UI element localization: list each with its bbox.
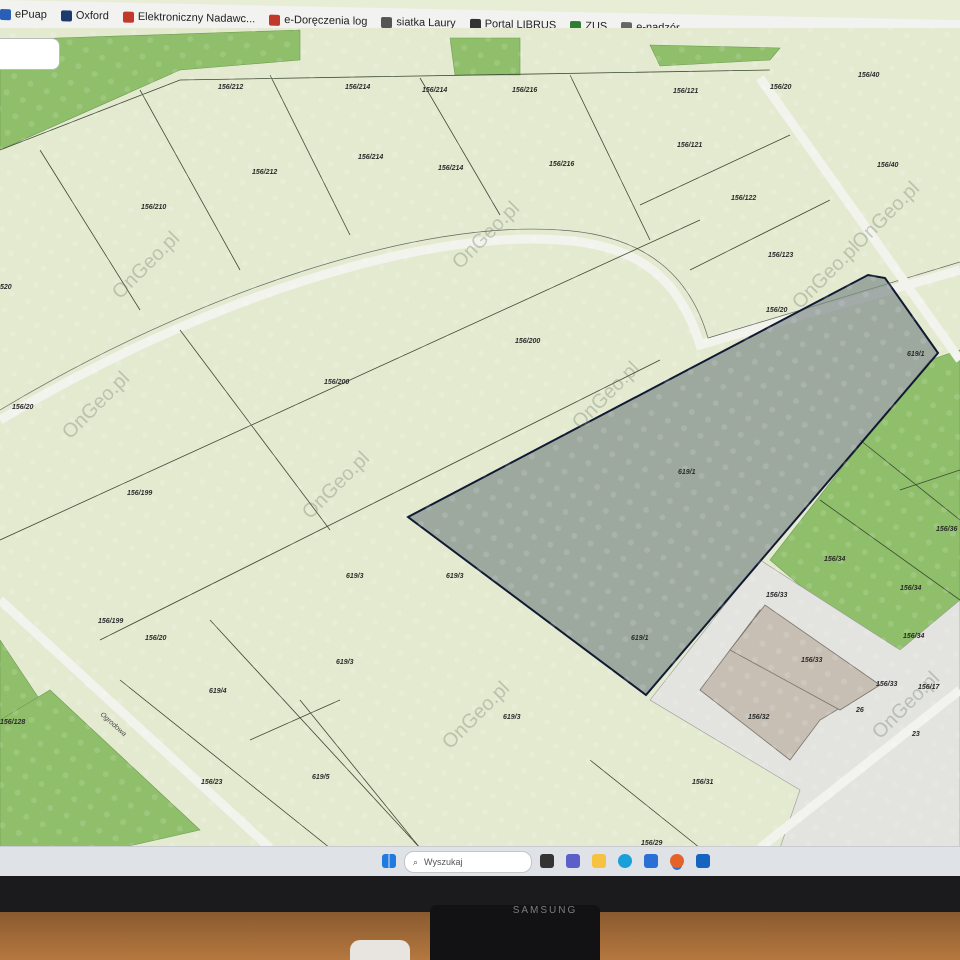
parcel-label-p-156-33-b: 156/33 — [801, 657, 823, 664]
parcel-label-p-619-3-b: 619/3 — [446, 573, 464, 580]
parcel-label-p-26: 26 — [855, 707, 864, 714]
parcel-label-p-156-20-a: 156/20 — [770, 84, 792, 91]
parcel-label-p-619-5: 619/5 — [312, 774, 330, 781]
bookmark-label: Oxford — [75, 9, 109, 23]
map-area[interactable]: OnGeo.pl OnGeo.pl OnGeo.pl OnGeo.pl OnGeo.pl… — [0, 28, 960, 848]
parcel-label-p-156-199-b: 156/199 — [98, 618, 123, 625]
edoreczenia-icon — [269, 14, 281, 26]
epuap-icon — [0, 8, 11, 20]
desk-object — [350, 940, 410, 960]
parcel-label-p-156-33-c: 156/33 — [876, 681, 898, 688]
bookmark-1[interactable]: Oxford — [60, 9, 109, 23]
oxford-icon — [60, 9, 72, 22]
parcel-label-p-156-214-c: 156/214 — [358, 154, 383, 161]
file-explorer-icon[interactable] — [592, 854, 606, 868]
parcel-label-p-156-20-b: 156/20 — [12, 404, 34, 411]
bookmark-2[interactable]: Elektroniczny Nadawc... — [122, 10, 256, 26]
parcel-label-p-619-3-a: 619/3 — [346, 573, 364, 580]
parcel-label-p-619-3-d: 619/3 — [503, 714, 521, 721]
outlook-icon[interactable] — [696, 854, 710, 868]
parcel-label-p-156-34-a: 156/34 — [824, 556, 846, 563]
parcel-label-p-156-40-b: 156/40 — [877, 162, 899, 169]
parcel-label-p-156-17: 156/17 — [918, 684, 941, 691]
parcel-label-p-156-121-a: 156/121 — [673, 88, 698, 95]
task-view-icon[interactable] — [540, 854, 554, 868]
parcel-label-p-156-121-b: 156/121 — [677, 142, 702, 149]
parcel-label-p-156-216-a: 156/216 — [512, 87, 537, 94]
bookmark-label: Elektroniczny Nadawc... — [137, 10, 256, 26]
parcel-label-p-156-33-a: 156/33 — [766, 592, 788, 599]
bookmark-3[interactable]: e-Doręczenia log — [269, 14, 367, 28]
parcel-label-p-156-128: 156/128 — [0, 719, 25, 726]
parcel-label-p-156-199-a: 156/199 — [127, 490, 152, 497]
parcel-label-p-156-31: 156/31 — [692, 779, 714, 786]
s-circle-icon — [381, 16, 393, 28]
parcel-label-p-156-32: 156/32 — [748, 714, 770, 721]
parcel-label-p-619-1-c: 619/1 — [631, 635, 649, 642]
bookmark-label: ePuap — [15, 8, 47, 21]
firefox-icon[interactable] — [670, 854, 684, 868]
parcel-label-p-156-123: 156/123 — [768, 252, 793, 259]
parcel-label-p-619-4: 619/4 — [209, 688, 227, 695]
parcel-label-p-156-212-a: 156/212 — [218, 84, 243, 91]
poczta-icon — [122, 11, 134, 23]
parcel-label-p-619-1-a: 619/1 — [907, 351, 925, 358]
teams-icon[interactable] — [566, 854, 580, 868]
parcel-label-p-619-3-c: 619/3 — [336, 659, 354, 666]
parcel-label-p-156-20-d: 156/20 — [145, 635, 167, 642]
map-search-field[interactable] — [0, 38, 60, 70]
monitor-screen: ePuap Oxford Elektroniczny Nadawc... e-Dorę… — [0, 0, 960, 880]
windows-taskbar: ⌕ Wyszukaj — [0, 846, 960, 877]
parcel-label-p-156-20-c: 156/20 — [766, 307, 788, 314]
parcel-label-p-156-214-a: 156/214 — [345, 84, 370, 91]
parcel-label-p-156-210: 156/210 — [141, 204, 166, 211]
parcel-label-p-156-34-b: 156/34 — [900, 585, 922, 592]
windows-start-icon[interactable] — [382, 854, 396, 868]
bookmark-0[interactable]: ePuap — [0, 8, 47, 21]
parcel-label-p-156-214-d: 156/214 — [438, 165, 463, 172]
parcel-label-p-156-23: 156/23 — [201, 779, 223, 786]
cadastral-map[interactable]: OnGeo.plOnGeo.plOnGeo.plOnGeo.plOnGeo.pl… — [0, 28, 960, 848]
parcel-label-p-23: 23 — [911, 731, 920, 738]
parcel-label-p-156-214-b: 156/214 — [422, 87, 447, 94]
taskbar-search[interactable]: ⌕ Wyszukaj — [404, 851, 532, 873]
parcel-label-p-156-36: 156/36 — [936, 526, 958, 533]
parcel-label-p-156-200-a: 156/200 — [515, 338, 540, 345]
parcel-label-p-619-1-b: 619/1 — [678, 469, 696, 476]
photo-frame: ePuap Oxford Elektroniczny Nadawc... e-Dorę… — [0, 0, 960, 960]
edge-icon[interactable] — [618, 854, 632, 868]
taskbar-search-placeholder: Wyszukaj — [424, 857, 463, 867]
parcel-label-p-156-34-c: 156/34 — [903, 633, 925, 640]
search-icon: ⌕ — [413, 856, 419, 867]
monitor-brand: SAMSUNG — [512, 905, 578, 916]
parcel-label-p-520: 520 — [0, 284, 12, 291]
parcel-label-p-156-212-b: 156/212 — [252, 169, 277, 176]
parcel-label-p-156-216-b: 156/216 — [549, 161, 574, 168]
parcel-label-p-156-40-a: 156/40 — [858, 72, 880, 79]
parcel-label-p-156-200-b: 156/200 — [324, 379, 349, 386]
bookmark-label: e-Doręczenia log — [284, 13, 368, 28]
parcel-label-p-156-122: 156/122 — [731, 195, 756, 202]
store-icon[interactable] — [644, 854, 658, 868]
